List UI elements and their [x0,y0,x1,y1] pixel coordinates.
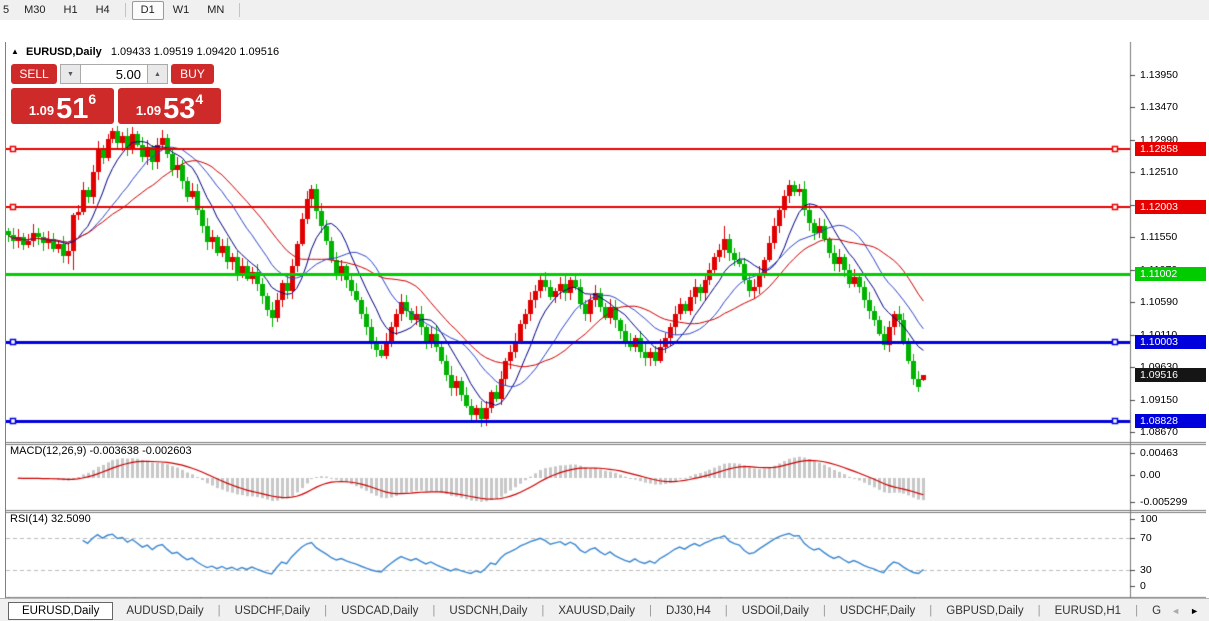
toolbar-separator [124,3,126,17]
tab-separator: | [324,604,328,617]
macd-values: -0.003638 -0.002603 [89,445,192,457]
chart-tab-USDCAD-Daily[interactable]: USDCAD,Daily [328,602,431,620]
tab-separator: | [217,604,221,617]
chart-tab-EURUSD-H1[interactable]: EURUSD,H1 [1042,602,1134,620]
chevron-down-icon: ▼ [67,70,74,78]
volume-decrease-button[interactable]: ▼ [60,64,81,84]
buy-price-button[interactable]: 1.09 53 4 [118,88,221,124]
volume-input[interactable] [81,64,147,84]
chart-tab-bar: EURUSD,Daily AUDUSD,Daily | USDCHF,Daily | US… [0,598,1209,621]
chart-tab-EURUSD-Daily[interactable]: EURUSD,Daily [8,601,114,620]
timeframe-toolbar: 5 M30 H1 H4 D1 W1 MN [0,0,1209,21]
timeframe-button-5[interactable]: 5 [0,1,15,20]
chart-tab-DJ30-H4[interactable]: DJ30,H4 [653,602,724,620]
ask-price-pip: 4 [195,91,204,107]
tab-separator: | [432,604,436,617]
buy-button[interactable]: BUY [171,64,214,84]
chart-tab-USDCHF-Daily[interactable]: USDCHF,Daily [222,602,323,620]
bid-price-prefix: 1.09 [28,103,55,118]
chart-tab-GBPAUD-H1[interactable]: GBPAUD,H1 [1139,602,1161,620]
chart-tab-GBPUSD-Daily[interactable]: GBPUSD,Daily [933,602,1036,620]
rsi-value: 32.5090 [50,513,91,525]
chart-tabs: EURUSD,Daily AUDUSD,Daily | USDCHF,Daily | US… [0,601,1161,620]
ask-price-main: 53 [163,93,196,125]
timeframe-button-M30[interactable]: M30 [15,1,54,20]
ask-price-prefix: 1.09 [135,103,162,118]
tab-separator: | [541,604,545,617]
bid-price-pip: 6 [88,91,97,107]
toolbar-separator [239,3,241,17]
tab-separator: | [1037,604,1041,617]
chart-symbol-title: EURUSD,Daily [25,46,102,58]
scroll-tabs-left-icon[interactable]: ◄ [1171,606,1180,616]
scroll-tabs-right-icon[interactable]: ► [1190,606,1199,616]
chart-area: ▲ EURUSD,Daily 1.09433 1.09519 1.09420 1… [0,20,1209,616]
timeframe-button-D1[interactable]: D1 [131,0,164,20]
timeframe-button-MN[interactable]: MN [198,1,233,20]
tab-separator: | [929,604,933,617]
tab-separator: | [1135,604,1139,617]
timeframe-button-H4[interactable]: H4 [87,1,119,20]
tab-separator: | [822,604,826,617]
price-chart-canvas[interactable] [6,42,1206,602]
chart-tab-USDCNH-Daily[interactable]: USDCNH,Daily [436,602,540,620]
bid-price-main: 51 [56,93,89,125]
trading-terminal: 5 M30 H1 H4 D1 W1 MN ▲ EURUSD,Daily 1.09433 1.… [0,0,1209,621]
tab-separator: | [724,604,728,617]
timeframe-button-H1[interactable]: H1 [55,1,87,20]
rsi-name: RSI(14) [10,513,48,525]
volume-increase-button[interactable]: ▲ [147,64,168,84]
chart-tab-AUDUSD-Daily[interactable]: AUDUSD,Daily [113,602,216,620]
chevron-up-icon: ▲ [154,70,161,78]
collapse-panel-icon[interactable]: ▲ [11,47,19,56]
chart-ohlc-values: 1.09433 1.09519 1.09420 1.09516 [110,46,280,58]
chart-tab-XAUUSD-Daily[interactable]: XAUUSD,Daily [545,602,648,620]
macd-indicator-label: MACD(12,26,9) -0.003638 -0.002603 [10,445,192,457]
rsi-indicator-label: RSI(14) 32.5090 [10,513,91,525]
chart-tab-USDOil-Daily[interactable]: USDOil,Daily [729,602,822,620]
tab-separator: | [649,604,653,617]
one-click-trading-panel: SELL ▼ ▲ BUY 1.09 51 6 1.09 53 [11,64,221,124]
chart-window-header: ▲ EURUSD,Daily 1.09433 1.09519 1.09420 1… [11,46,279,58]
sell-price-button[interactable]: 1.09 51 6 [11,88,114,124]
chart-tab-USDCHF-Daily[interactable]: USDCHF,Daily [827,602,928,620]
macd-name: MACD(12,26,9) [10,445,87,457]
sell-button[interactable]: SELL [11,64,57,84]
tab-scroll-arrows: ◄ ► [1161,606,1209,616]
timeframe-button-W1[interactable]: W1 [164,1,199,20]
